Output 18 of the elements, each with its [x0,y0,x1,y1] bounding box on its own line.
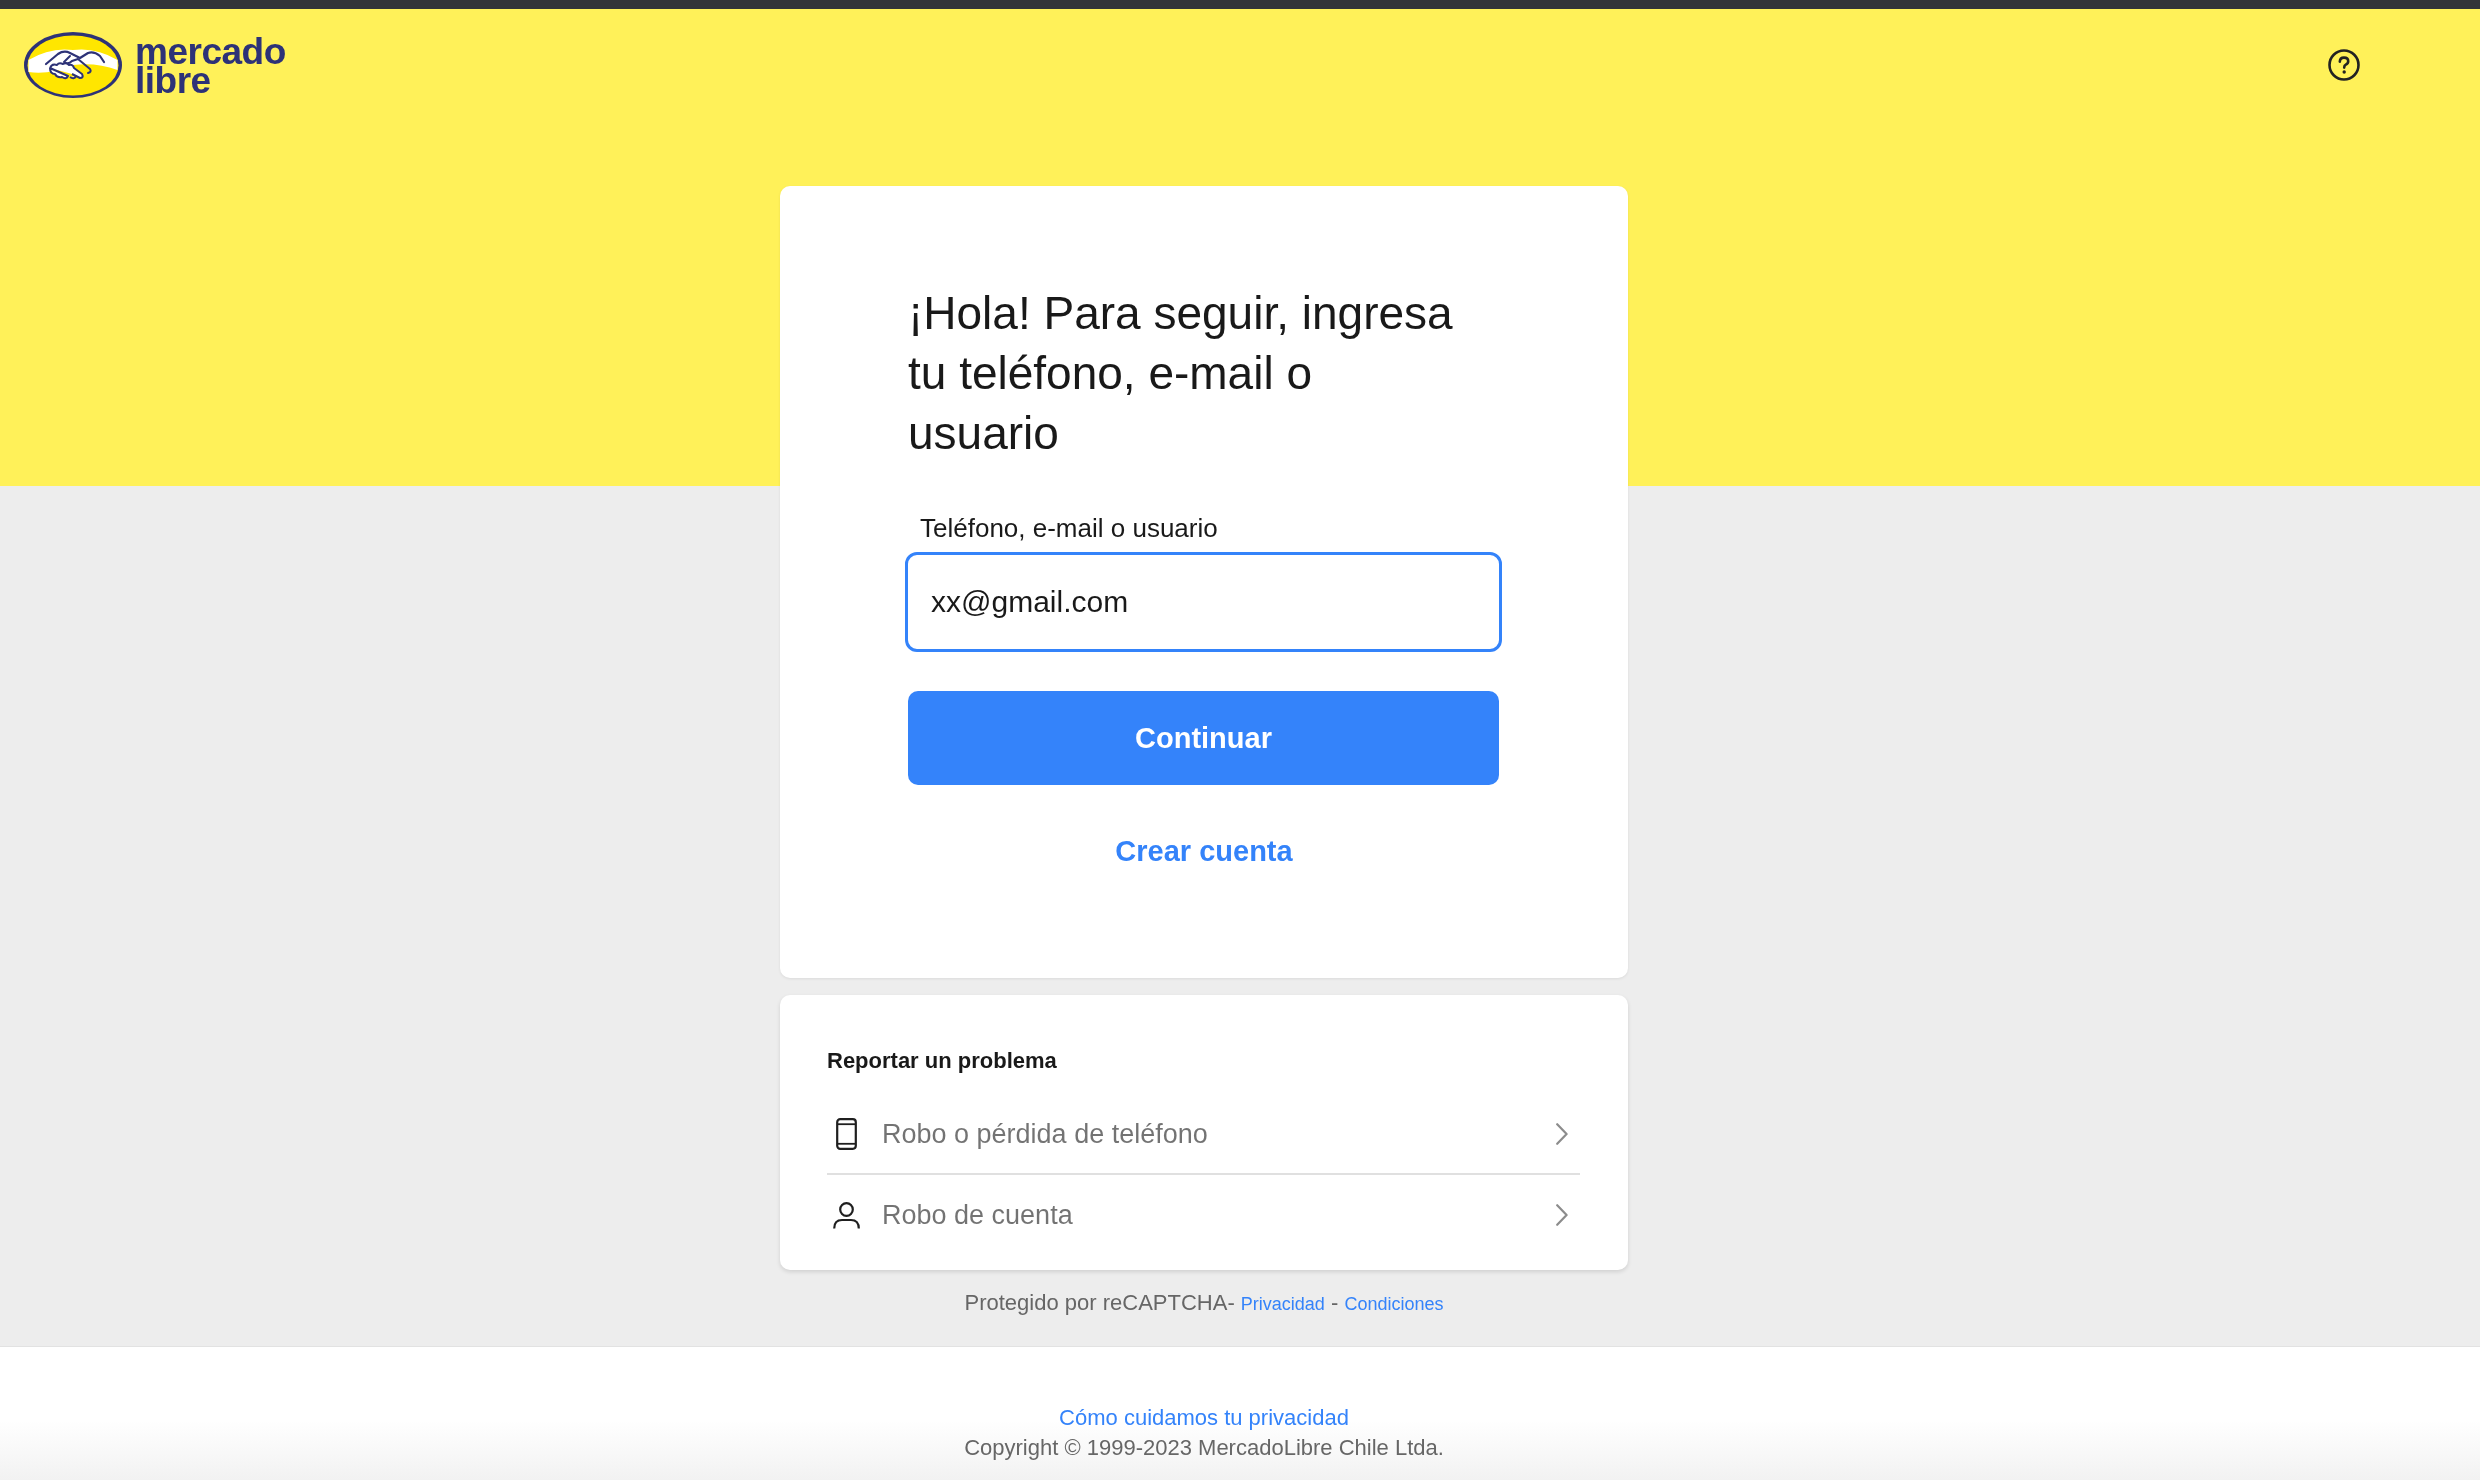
privacy-link[interactable]: Privacidad [1240,1294,1325,1314]
recaptcha-notice: Protegido por reCAPTCHA- Privacidad - Condiciones [964,1289,1444,1317]
chevron-right-icon [1556,1123,1568,1145]
email-field[interactable]: xx@gmail.com [905,552,1502,652]
create-account-link[interactable]: Crear cuenta [1115,831,1293,871]
handshake-logo[interactable] [24,32,122,98]
continue-button[interactable]: Continuar [908,691,1499,785]
report-title: Reportar un problema [827,1047,1057,1075]
help-icon[interactable] [2328,49,2360,81]
terms-link[interactable]: Condiciones [1344,1294,1444,1314]
login-heading: ¡Hola! Para seguir, ingresa tu teléfono, e-mail o usuario [908,286,1454,461]
phone-icon [835,1118,857,1150]
logo-wordmark: mercado libre [135,35,286,95]
copyright-text: Copyright © 1999-2023 MercadoLibre Chile Ltda. [964,1434,1444,1462]
privacy-policy-link[interactable]: Cómo cuidamos tu privacidad [1059,1404,1349,1432]
person-icon [832,1201,860,1229]
field-label: Teléfono, e-mail o usuario [919,512,1218,544]
chevron-right-icon [1556,1204,1568,1226]
